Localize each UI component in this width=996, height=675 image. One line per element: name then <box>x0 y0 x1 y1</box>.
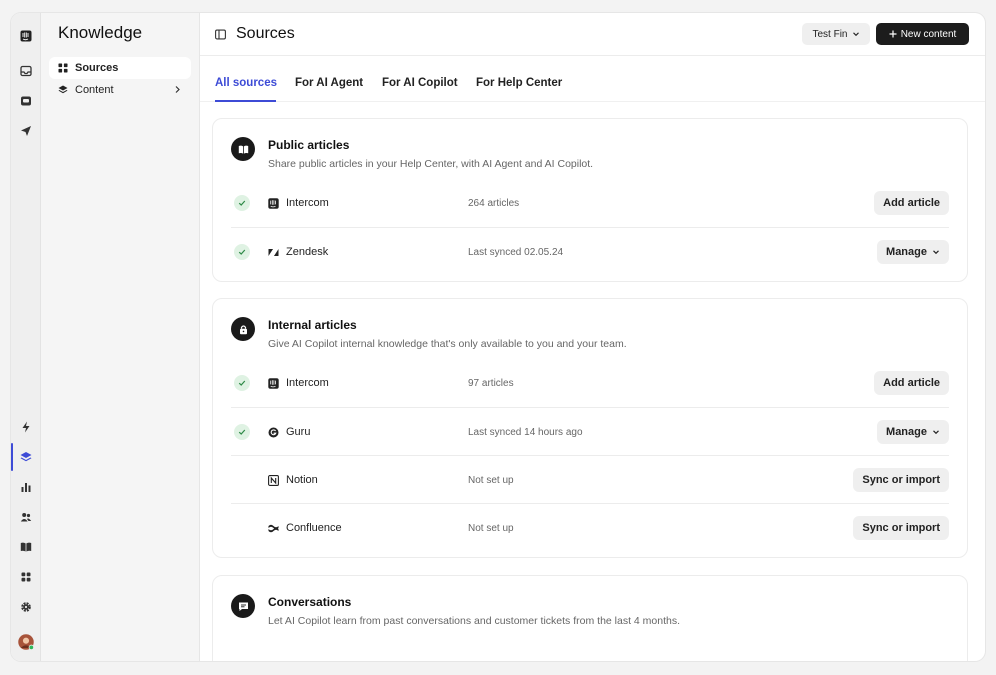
intercom-icon <box>268 198 279 209</box>
tab-for-ai-agent[interactable]: For AI Agent <box>295 77 363 89</box>
chevron-down-icon <box>933 430 939 435</box>
source-row-intercom-public: Intercom 264 articles Add article <box>231 179 949 227</box>
test-fin-label: Test Fin <box>812 28 848 40</box>
manage-button[interactable]: Manage <box>877 420 949 444</box>
check-icon <box>234 244 250 260</box>
card-title: Conversations <box>268 595 352 609</box>
add-article-button[interactable]: Add article <box>874 371 949 395</box>
source-status: Not set up <box>468 475 514 486</box>
button-label: Sync or import <box>862 522 940 534</box>
knowledge-layers-icon[interactable] <box>16 447 36 467</box>
card-description: Let AI Copilot learn from past conversat… <box>268 615 681 627</box>
outbound-send-icon[interactable] <box>16 121 36 141</box>
inbox-icon[interactable] <box>16 61 36 81</box>
source-row-guru: Guru Last synced 14 hours ago Manage <box>231 407 949 455</box>
tab-for-help-center[interactable]: For Help Center <box>476 77 562 89</box>
source-status: 97 articles <box>468 378 514 389</box>
source-row-zendesk: Zendesk Last synced 02.05.24 Manage <box>231 227 949 275</box>
page-title: Sources <box>236 25 295 42</box>
help-center-book-icon[interactable] <box>16 537 36 557</box>
sidebar-toggle-icon[interactable] <box>215 29 226 40</box>
source-name: Guru <box>286 426 311 438</box>
tab-all-sources[interactable]: All sources <box>215 77 277 89</box>
fin-bot-icon[interactable] <box>16 91 36 111</box>
sidebar-item-label: Content <box>75 84 114 96</box>
button-label: Manage <box>886 426 927 438</box>
test-fin-button[interactable]: Test Fin <box>802 23 870 45</box>
zendesk-icon <box>268 249 279 256</box>
main-content: Sources Test Fin New content All sources… <box>200 13 985 661</box>
lock-icon <box>231 317 255 341</box>
source-name: Intercom <box>286 377 329 389</box>
notion-icon <box>268 475 279 486</box>
add-article-button[interactable]: Add article <box>874 191 949 215</box>
intercom-logo-icon[interactable] <box>16 26 36 46</box>
plus-icon <box>889 30 897 38</box>
user-avatar[interactable] <box>16 632 36 652</box>
book-icon <box>231 137 255 161</box>
sidebar-item-label: Sources <box>75 62 119 74</box>
chevron-down-icon <box>852 32 859 37</box>
top-bar: Sources Test Fin New content <box>200 13 985 56</box>
check-icon <box>234 195 250 211</box>
conversations-card: Conversations Let AI Copilot learn from … <box>212 575 968 661</box>
contacts-people-icon[interactable] <box>16 507 36 527</box>
sync-or-import-button[interactable]: Sync or import <box>853 468 949 492</box>
apps-grid-icon[interactable] <box>16 567 36 587</box>
guru-icon <box>268 427 279 438</box>
button-label: Manage <box>886 246 927 258</box>
source-status: Not set up <box>468 523 514 534</box>
card-title: Internal articles <box>268 318 357 332</box>
source-name: Notion <box>286 474 318 486</box>
sidebar-item-sources[interactable]: Sources <box>49 57 191 79</box>
source-status: Last synced 14 hours ago <box>468 427 583 438</box>
sync-or-import-button[interactable]: Sync or import <box>853 516 949 540</box>
manage-button[interactable]: Manage <box>877 240 949 264</box>
public-articles-card: Public articles Share public articles in… <box>212 118 968 282</box>
chevron-down-icon <box>933 250 939 255</box>
chat-bubble-icon <box>231 594 255 618</box>
card-title: Public articles <box>268 138 350 152</box>
app-window: Knowledge Sources Content Sources Test F… <box>11 13 985 661</box>
new-content-button[interactable]: New content <box>876 23 969 45</box>
source-tabs: All sources For AI Agent For AI Copilot … <box>200 57 985 102</box>
source-status: Last synced 02.05.24 <box>468 247 564 258</box>
button-label: Add article <box>883 197 940 209</box>
automation-bolt-icon[interactable] <box>16 417 36 437</box>
internal-articles-card: Internal articles Give AI Copilot intern… <box>212 298 968 558</box>
settings-gear-icon[interactable] <box>16 597 36 617</box>
check-icon <box>234 375 250 391</box>
check-icon <box>234 424 250 440</box>
grid-icon <box>58 63 68 73</box>
confluence-icon <box>268 524 279 533</box>
rail-active-indicator <box>11 443 13 471</box>
source-row-notion: Notion Not set up Sync or import <box>231 455 949 503</box>
source-row-intercom-internal: Intercom 97 articles Add article <box>231 359 949 407</box>
sidebar-item-content[interactable]: Content <box>49 79 191 101</box>
sidebar-title: Knowledge <box>58 23 143 42</box>
source-status: 264 articles <box>468 198 520 209</box>
chevron-right-icon <box>175 86 180 93</box>
card-description: Give AI Copilot internal knowledge that'… <box>268 338 627 350</box>
source-row-confluence: Confluence Not set up Sync or import <box>231 503 949 551</box>
active-tab-indicator <box>215 100 276 102</box>
knowledge-sidebar: Knowledge Sources Content <box>41 13 200 661</box>
layers-icon <box>58 85 68 94</box>
button-label: Sync or import <box>862 474 940 486</box>
card-description: Share public articles in your Help Cente… <box>268 158 594 170</box>
source-name: Confluence <box>286 522 342 534</box>
source-name: Intercom <box>286 197 329 209</box>
reports-chart-icon[interactable] <box>16 477 36 497</box>
source-name: Zendesk <box>286 246 329 258</box>
new-content-label: New content <box>900 28 957 40</box>
icon-rail <box>11 13 41 661</box>
tab-for-ai-copilot[interactable]: For AI Copilot <box>382 77 458 89</box>
button-label: Add article <box>883 377 940 389</box>
intercom-icon <box>268 378 279 389</box>
